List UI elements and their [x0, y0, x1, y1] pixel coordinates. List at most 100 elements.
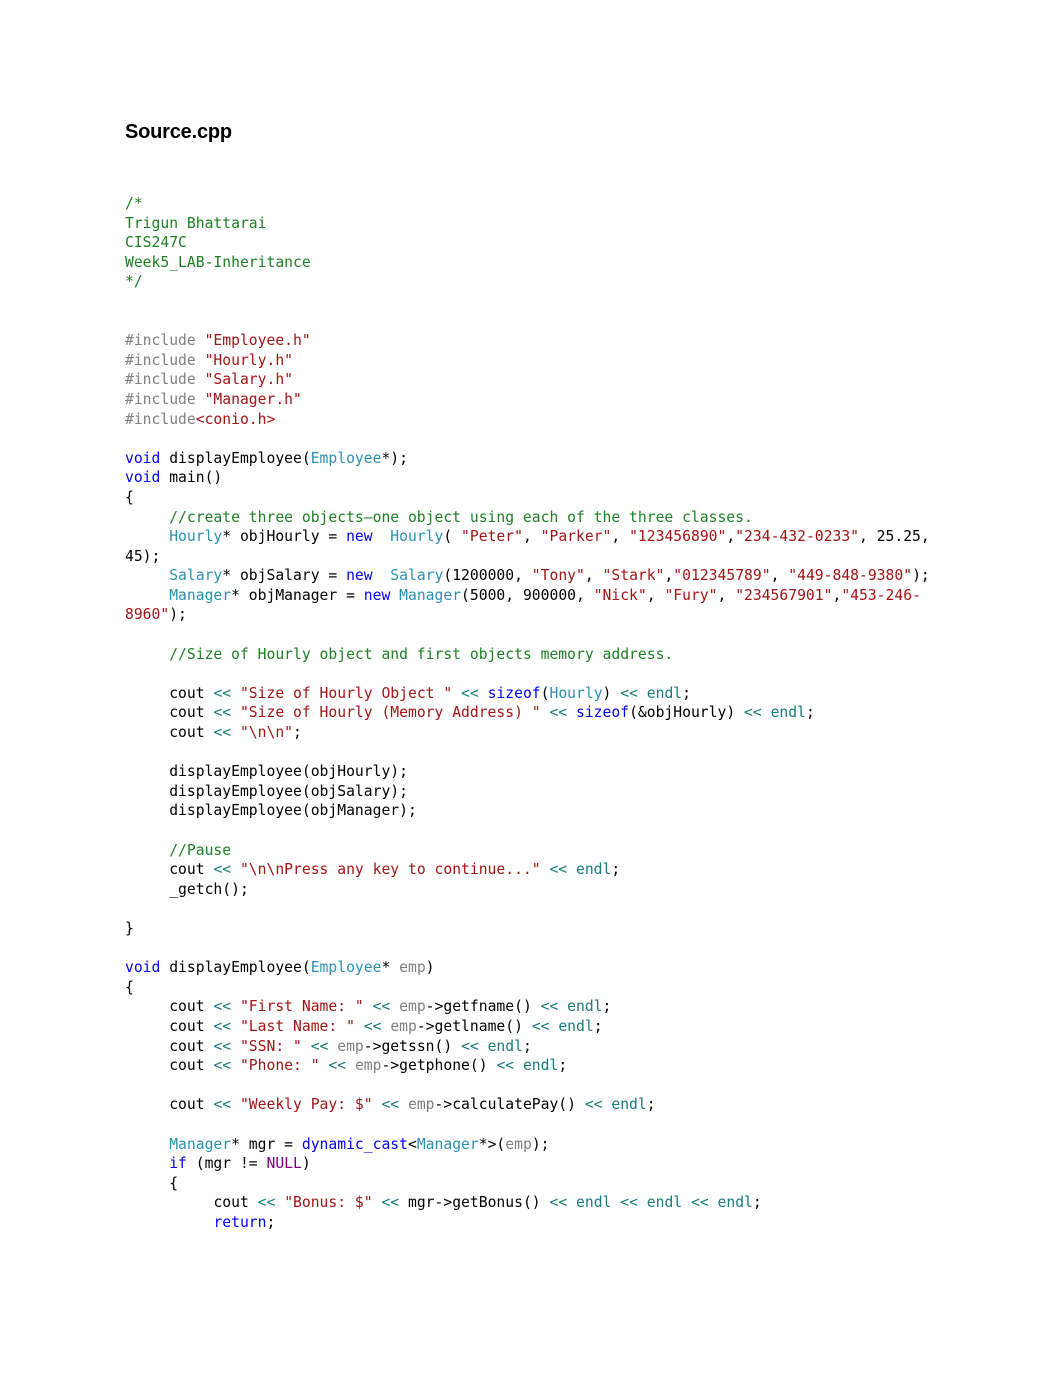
- code-token: endl: [576, 861, 612, 879]
- code-token: ;: [293, 724, 302, 742]
- code-token: "Phone: ": [239, 1057, 320, 1075]
- code-line: displayEmployee(objManager);: [125, 801, 955, 821]
- code-token: <<: [257, 1194, 276, 1212]
- code-token: new: [346, 567, 373, 585]
- code-token: Week5_LAB-Inheritance: [125, 253, 311, 271]
- code-token: ,: [584, 567, 603, 585]
- code-line: cout << "Size of Hourly (Memory Address)…: [125, 703, 955, 723]
- code-token: "Tony": [531, 567, 585, 585]
- code-token: (: [443, 528, 462, 546]
- code-token: <<: [213, 684, 232, 702]
- code-token: <<: [540, 998, 559, 1016]
- code-line: _getch();: [125, 880, 955, 900]
- code-token: "Employee.h": [204, 332, 311, 350]
- code-token: *);: [381, 449, 408, 467]
- code-token: Employee: [310, 959, 382, 977]
- code-token: ;: [593, 1017, 603, 1035]
- code-token: "012345789": [673, 567, 771, 585]
- code-token: (mgr !=: [186, 1155, 267, 1173]
- code-token: <<: [549, 704, 568, 722]
- code-token: Employee: [310, 449, 382, 467]
- code-token: "\n\nPress any key to continue...": [239, 861, 541, 879]
- code-token: endl: [611, 1096, 647, 1114]
- code-token: <<: [213, 724, 232, 742]
- code-line: ​: [125, 429, 955, 449]
- code-line: cout << "\n\nPress any key to continue..…: [125, 860, 955, 880]
- code-line: //create three objects—one object using …: [125, 508, 955, 528]
- code-token: {: [125, 1174, 179, 1192]
- code-token: cout: [125, 1017, 214, 1035]
- code-token: <: [408, 1135, 417, 1153]
- code-token: /*: [125, 195, 143, 212]
- code-token: ,: [646, 586, 665, 604]
- code-token: ->calculatePay(): [434, 1096, 585, 1114]
- code-token: _getch();: [125, 880, 249, 898]
- code-token: void: [125, 469, 161, 487]
- code-token: endl: [487, 1037, 523, 1055]
- code-token: cout: [125, 861, 214, 879]
- code-line: void displayEmployee(Employee* emp): [125, 958, 955, 978]
- code-token: //create three objects—one object using …: [125, 508, 753, 526]
- code-line: //Pause: [125, 841, 955, 861]
- code-token: <<: [381, 1096, 400, 1114]
- code-token: new: [346, 528, 373, 546]
- code-line: ​: [125, 312, 955, 332]
- code-token: "Stark": [602, 567, 665, 585]
- code-token: cout: [125, 1096, 214, 1114]
- code-token: Manager: [399, 586, 462, 604]
- code-token: emp: [390, 1017, 417, 1035]
- code-token: {: [125, 488, 134, 506]
- code-token: "Last Name: ": [239, 1017, 355, 1035]
- code-token: ,: [717, 586, 736, 604]
- code-line: cout << "First Name: " << emp->getfname(…: [125, 997, 955, 1017]
- code-token: <<: [381, 1194, 400, 1212]
- code-token: Manager: [169, 1135, 232, 1153]
- code-token: ): [425, 959, 435, 977]
- code-token: ;: [646, 1096, 656, 1114]
- code-token: #include: [125, 410, 196, 428]
- code-line: ​: [125, 1076, 955, 1096]
- code-token: ): [301, 1155, 311, 1173]
- code-token: cout: [125, 684, 214, 702]
- code-token: ,: [611, 528, 630, 546]
- code-token: <<: [461, 1037, 479, 1055]
- code-token: ->getssn(): [363, 1037, 462, 1055]
- document-page: Source.cpp /* Trigun Bhattarai CIS247C Week…: [0, 0, 1062, 1377]
- code-token: ;: [611, 861, 621, 879]
- code-line: ​: [125, 625, 955, 645]
- code-token: */: [125, 273, 143, 291]
- code-token: displayEmployee(objHourly);: [125, 763, 408, 781]
- code-token: emp: [399, 998, 426, 1016]
- code-token: (1200000,: [443, 567, 532, 585]
- code-token: "123456890": [629, 528, 727, 546]
- code-token: emp: [399, 959, 426, 977]
- code-token: endl: [770, 704, 806, 722]
- code-token: Trigun Bhattarai: [125, 214, 267, 232]
- code-token: Manager: [416, 1135, 479, 1153]
- code-token: #include: [125, 332, 205, 350]
- code-token: void: [125, 959, 161, 977]
- code-token: ,: [832, 586, 842, 604]
- code-token: );: [912, 567, 930, 585]
- code-token: * objHourly =: [222, 528, 347, 546]
- code-token: displayEmployee(objSalary);: [125, 782, 408, 800]
- code-line: cout << "Last Name: " << emp->getlname()…: [125, 1017, 955, 1037]
- code-token: ;: [602, 998, 612, 1016]
- code-token: "Peter": [461, 528, 523, 546]
